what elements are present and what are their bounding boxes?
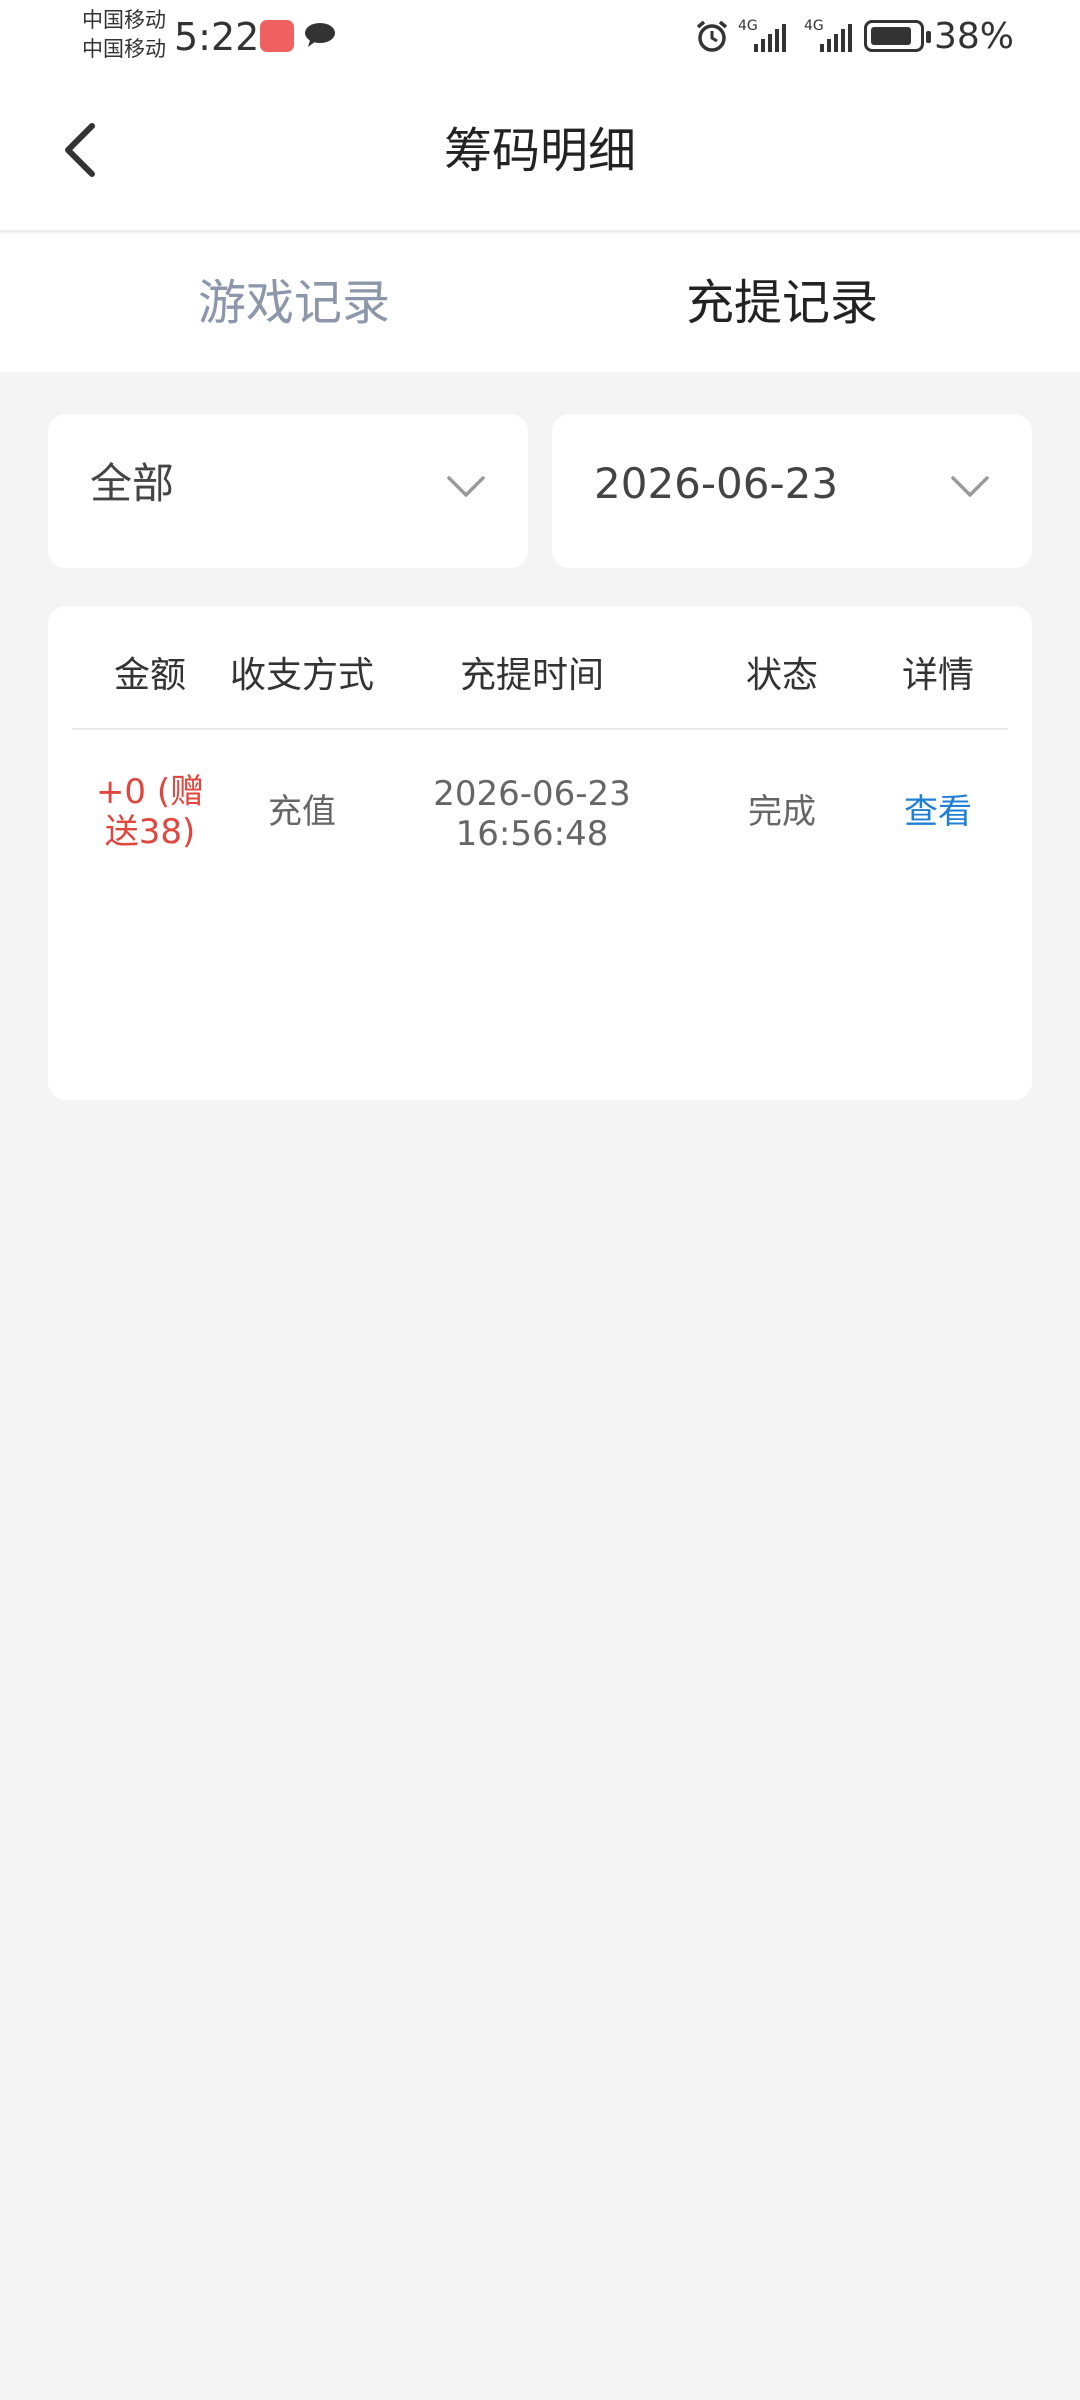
alarm-icon bbox=[696, 20, 728, 52]
page-title: 筹码明细 bbox=[443, 123, 636, 179]
records-table: 金额 收支方式 充提时间 状态 详情 +0 (赠 送38) 充值 2026-06… bbox=[48, 606, 1032, 1100]
row-method: 充值 bbox=[268, 792, 336, 832]
carrier-1: 中国移动 bbox=[82, 8, 166, 32]
chat-bubble-icon bbox=[305, 23, 335, 47]
header-amount: 金额 bbox=[113, 655, 186, 696]
status-time: 5:22 bbox=[174, 15, 260, 59]
header-detail: 详情 bbox=[901, 655, 974, 696]
row-view-detail-link[interactable]: 查看 bbox=[868, 792, 1008, 832]
date-filter-dropdown[interactable]: 2026-06-23 bbox=[552, 414, 1032, 568]
header-method: 收支方式 bbox=[229, 655, 374, 696]
row-status: 完成 bbox=[748, 792, 816, 832]
battery-percentage: 38% bbox=[934, 16, 1015, 57]
tab-game-records[interactable]: 游戏记录 bbox=[24, 270, 564, 336]
row-amount-line1: +0 (赠 bbox=[95, 772, 205, 812]
app-header: 筹码明细 bbox=[0, 76, 1080, 232]
header-status: 状态 bbox=[745, 655, 818, 696]
chevron-down-icon bbox=[951, 476, 989, 497]
app-notification-icon bbox=[260, 20, 294, 52]
type-filter-value: 全部 bbox=[90, 459, 175, 508]
row-time: 16:56:48 bbox=[455, 814, 609, 854]
row-date: 2026-06-23 bbox=[433, 774, 631, 814]
status-bar: 中国移动 中国移动 5:22 4G 4G 38% bbox=[0, 0, 1080, 76]
header-time: 充提时间 bbox=[459, 655, 604, 696]
tab-bar: 游戏记录 充提记录 bbox=[0, 234, 1080, 372]
row-datetime: 2026-06-23 16:56:48 bbox=[402, 774, 662, 854]
system-icons: 4G 4G bbox=[694, 18, 852, 56]
table-row: +0 (赠 送38) 充值 2026-06-23 16:56:48 完成 查看 bbox=[72, 732, 1008, 912]
carrier-labels: 中国移动 中国移动 bbox=[82, 6, 166, 64]
row-amount-line2: 送38) bbox=[104, 812, 196, 852]
battery-icon bbox=[864, 20, 931, 52]
carrier-2: 中国移动 bbox=[82, 37, 166, 61]
tab-recharge-records[interactable]: 充提记录 bbox=[512, 270, 1052, 336]
table-header: 金额 收支方式 充提时间 状态 详情 bbox=[72, 626, 1008, 730]
type-filter-dropdown[interactable]: 全部 bbox=[48, 414, 528, 568]
row-amount: +0 (赠 送38) bbox=[72, 772, 228, 852]
date-filter-value: 2026-06-23 bbox=[594, 459, 839, 508]
chevron-down-icon bbox=[447, 476, 485, 497]
signal-4g-icon-2: 4G bbox=[804, 18, 852, 52]
signal-4g-icon: 4G bbox=[738, 18, 786, 52]
